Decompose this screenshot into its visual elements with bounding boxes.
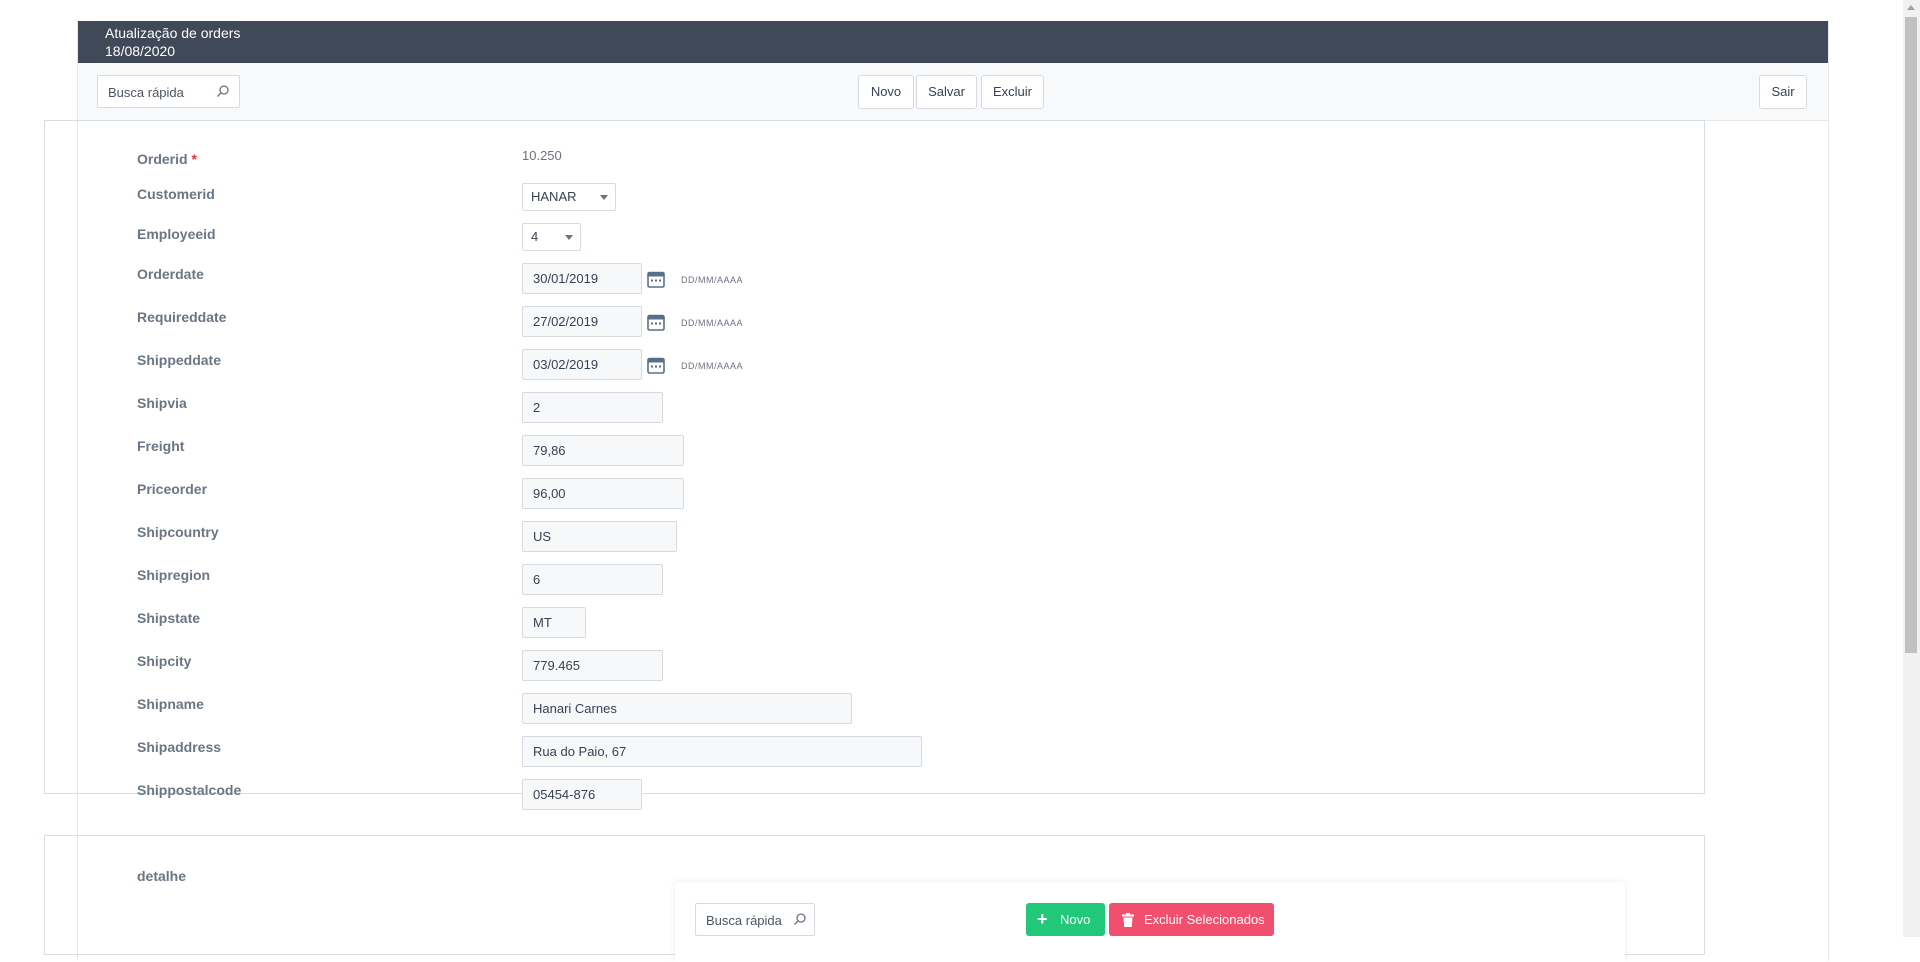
scrollbar-thumb[interactable] xyxy=(1905,17,1917,653)
calendar-icon[interactable] xyxy=(647,356,665,374)
shipcountry-input[interactable]: US xyxy=(522,521,677,552)
save-button[interactable]: Salvar xyxy=(916,75,977,109)
shipcity-input[interactable]: 779.465 xyxy=(522,650,663,681)
date-format-hint: DD/MM/AAAA xyxy=(681,318,744,328)
delete-button[interactable]: Excluir xyxy=(981,75,1044,109)
employeeid-label: Employeeid xyxy=(137,226,216,242)
delete-selected-button[interactable]: Excluir Selecionados xyxy=(1109,903,1274,936)
freight-label: Freight xyxy=(137,438,185,454)
shipname-label: Shipname xyxy=(137,696,204,712)
shipstate-label: Shipstate xyxy=(137,610,201,626)
trash-icon xyxy=(1122,913,1134,927)
employeeid-select[interactable]: 4 xyxy=(522,223,581,251)
detail-search-placeholder: Busca rápida xyxy=(706,913,782,928)
chevron-down-icon xyxy=(600,195,608,200)
page-title: Atualização de orders xyxy=(105,25,241,41)
shippostalcode-label: Shippostalcode xyxy=(137,782,242,798)
detail-label: detalhe xyxy=(137,868,187,884)
search-icon xyxy=(794,913,806,925)
shipaddress-input[interactable]: Rua do Paio, 67 xyxy=(522,736,922,767)
exit-button[interactable]: Sair xyxy=(1759,75,1807,109)
orderdate-input[interactable]: 30/01/2019 xyxy=(522,263,642,294)
employeeid-value: 4 xyxy=(531,229,539,244)
required-mark: * xyxy=(191,151,197,167)
priceorder-label: Priceorder xyxy=(137,481,208,497)
orderid-value: 10.250 xyxy=(522,148,562,163)
shippeddate-input[interactable]: 03/02/2019 xyxy=(522,349,642,380)
shipregion-input[interactable]: 6 xyxy=(522,564,663,595)
shippostalcode-input[interactable]: 05454-876 xyxy=(522,779,642,810)
priceorder-input[interactable]: 96,00 xyxy=(522,478,684,509)
requireddate-input[interactable]: 27/02/2019 xyxy=(522,306,642,337)
title-bar: Atualização de orders 18/08/2020 xyxy=(78,21,1828,63)
date-format-hint: DD/MM/AAAA xyxy=(681,361,744,371)
calendar-icon[interactable] xyxy=(647,313,665,331)
requireddate-label: Requireddate xyxy=(137,309,227,325)
detail-grid-toolbar: Busca rápida + Novo Excluir Selecionados xyxy=(675,882,1625,962)
freight-input[interactable]: 79,86 xyxy=(522,435,684,466)
shipvia-label: Shipvia xyxy=(137,395,187,411)
new-button[interactable]: Novo xyxy=(858,75,914,109)
shipstate-input[interactable]: MT xyxy=(522,607,586,638)
search-icon xyxy=(217,85,229,97)
orderid-label: Orderid * xyxy=(137,151,197,167)
chevron-down-icon xyxy=(565,235,573,240)
page-date: 18/08/2020 xyxy=(105,43,176,59)
detail-search-input[interactable]: Busca rápida xyxy=(695,903,815,936)
shipcountry-label: Shipcountry xyxy=(137,524,219,540)
orderdate-label: Orderdate xyxy=(137,266,204,282)
quick-search-input[interactable]: Busca rápida xyxy=(97,75,240,108)
toolbar: Busca rápida Novo Salvar Excluir Sair xyxy=(78,63,1828,121)
detail-new-button[interactable]: + Novo xyxy=(1026,903,1105,936)
customerid-label: Customerid xyxy=(137,186,215,202)
quick-search-placeholder: Busca rápida xyxy=(108,85,184,100)
scroll-up-arrow-icon[interactable] xyxy=(1907,5,1915,10)
shipname-input[interactable]: Hanari Carnes xyxy=(522,693,852,724)
shipaddress-label: Shipaddress xyxy=(137,739,222,755)
calendar-icon[interactable] xyxy=(647,270,665,288)
date-format-hint: DD/MM/AAAA xyxy=(681,275,744,285)
plus-icon: + xyxy=(1037,909,1048,929)
page-scrollbar[interactable] xyxy=(1903,0,1920,937)
shipregion-label: Shipregion xyxy=(137,567,211,583)
customerid-select[interactable]: HANAR xyxy=(522,183,616,211)
shippeddate-label: Shippeddate xyxy=(137,352,222,368)
shipcity-label: Shipcity xyxy=(137,653,192,669)
order-form-panel xyxy=(44,120,1705,794)
customerid-value: HANAR xyxy=(531,189,577,204)
shipvia-input[interactable]: 2 xyxy=(522,392,663,423)
